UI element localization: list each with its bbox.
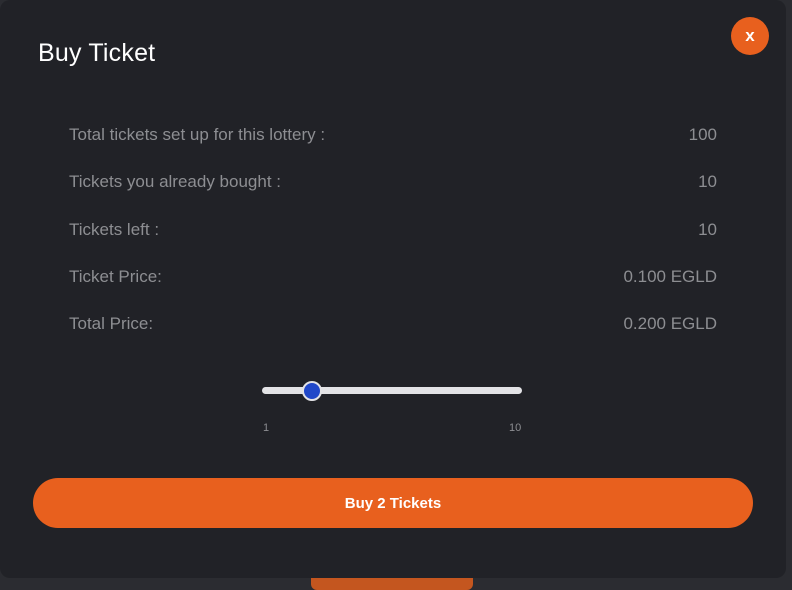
info-value: 10 [698, 172, 717, 191]
info-row-total-price: Total Price: 0.200 EGLD [69, 312, 717, 336]
info-value: 0.200 EGLD [623, 314, 717, 333]
info-label: Total Price: [69, 314, 154, 333]
info-label: Ticket Price: [69, 267, 162, 286]
info-label: Tickets you already bought : [69, 172, 281, 191]
slider-min-label: 1 [263, 422, 270, 434]
slider-track[interactable] [262, 387, 522, 394]
info-label: Tickets left : [69, 220, 160, 239]
slider-thumb[interactable] [302, 381, 322, 401]
ticket-quantity-slider[interactable] [262, 380, 522, 402]
modal-title: Buy Ticket [38, 39, 156, 67]
close-button[interactable]: x [731, 17, 769, 55]
info-value: 10 [698, 220, 717, 239]
buy-tickets-button[interactable]: Buy 2 Tickets [33, 478, 753, 528]
close-icon: x [745, 25, 755, 45]
info-row-ticket-price: Ticket Price: 0.100 EGLD [69, 265, 717, 289]
info-row-tickets-bought: Tickets you already bought : 10 [69, 170, 717, 194]
slider-max-label: 10 [509, 422, 522, 434]
buy-ticket-modal: Buy Ticket x Total tickets set up for th… [0, 0, 786, 578]
info-value: 0.100 EGLD [623, 267, 717, 286]
info-label: Total tickets set up for this lottery : [69, 125, 326, 144]
info-value: 100 [688, 125, 717, 144]
info-row-total-tickets: Total tickets set up for this lottery : … [69, 123, 717, 147]
info-row-tickets-left: Tickets left : 10 [69, 218, 717, 242]
